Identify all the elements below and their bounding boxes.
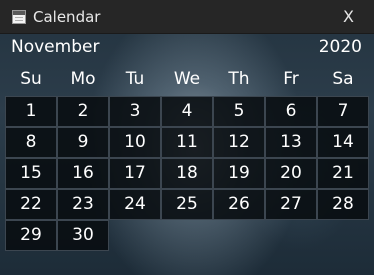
day-cell[interactable]: 8: [5, 127, 57, 158]
day-cell[interactable]: 29: [5, 220, 57, 251]
day-cell[interactable]: 21: [317, 158, 369, 189]
day-cell[interactable]: 16: [57, 158, 109, 189]
day-cell[interactable]: 27: [265, 189, 317, 220]
title-bar[interactable]: Calendar X: [0, 0, 374, 34]
calendar-icon: [12, 10, 26, 24]
day-cell[interactable]: 19: [213, 158, 265, 189]
weekday-saturday: Sa: [332, 69, 354, 89]
day-cell[interactable]: 28: [317, 189, 369, 220]
calendar-window: Calendar X November 2020 Su Mo Tu We Th …: [0, 0, 374, 275]
day-cell[interactable]: 11: [161, 127, 213, 158]
day-cell[interactable]: 3: [109, 96, 161, 127]
close-button[interactable]: X: [343, 7, 354, 27]
day-cell[interactable]: 6: [265, 96, 317, 127]
day-cell[interactable]: 20: [265, 158, 317, 189]
weekday-tuesday: Tu: [125, 69, 145, 89]
day-cell[interactable]: 17: [109, 158, 161, 189]
day-cell[interactable]: 18: [161, 158, 213, 189]
year-label: 2020: [318, 37, 362, 57]
day-cell[interactable]: 14: [317, 127, 369, 158]
day-cell[interactable]: 24: [109, 189, 161, 220]
day-cell[interactable]: 12: [213, 127, 265, 158]
weekday-sunday: Su: [20, 69, 42, 89]
day-cell[interactable]: 1: [5, 96, 57, 127]
weekday-header-row: Su Mo Tu We Th Fr Sa: [5, 66, 369, 92]
day-cell[interactable]: 22: [5, 189, 57, 220]
day-cell[interactable]: 9: [57, 127, 109, 158]
day-cell[interactable]: 4: [161, 96, 213, 127]
day-cell[interactable]: 5: [213, 96, 265, 127]
window-title: Calendar: [33, 8, 101, 26]
day-cell[interactable]: 7: [317, 96, 369, 127]
day-grid: 1 2 3 4 5 6 7 8 9 10 11 12 13 14 15 16 1…: [5, 96, 369, 251]
day-cell[interactable]: 23: [57, 189, 109, 220]
day-cell[interactable]: 25: [161, 189, 213, 220]
day-cell[interactable]: 10: [109, 127, 161, 158]
weekday-friday: Fr: [283, 69, 299, 89]
month-label: November: [11, 37, 100, 57]
weekday-monday: Mo: [70, 69, 96, 89]
weekday-wednesday: We: [173, 69, 201, 89]
day-cell[interactable]: 2: [57, 96, 109, 127]
weekday-thursday: Th: [228, 69, 250, 89]
day-cell[interactable]: 15: [5, 158, 57, 189]
day-cell[interactable]: 30: [57, 220, 109, 251]
day-cell[interactable]: 26: [213, 189, 265, 220]
day-cell[interactable]: 13: [265, 127, 317, 158]
